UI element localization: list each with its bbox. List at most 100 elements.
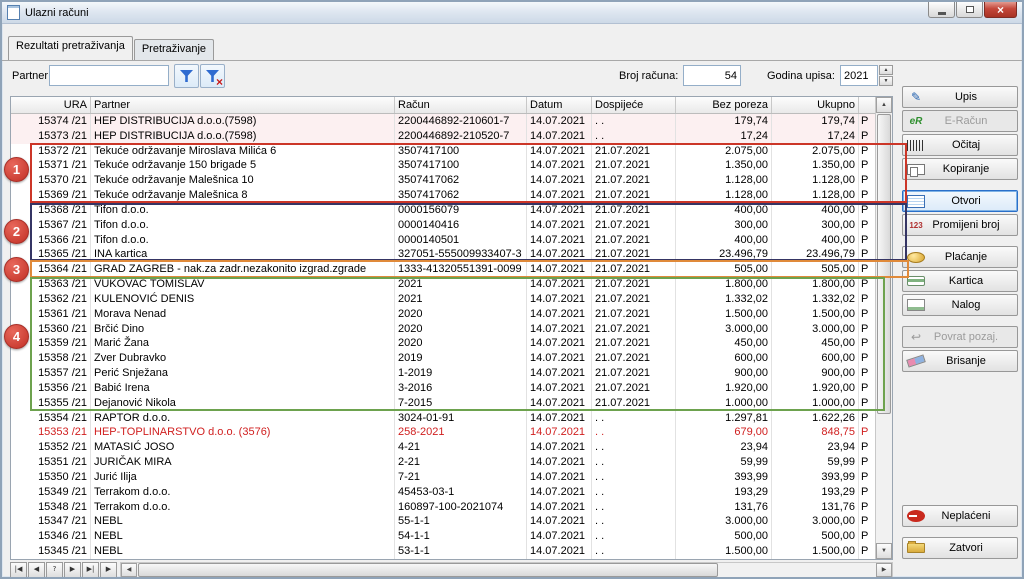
table-row[interactable]: 15360 /21Brčić Dino202014.07.202121.07.2… [11,322,875,337]
tab-pretrazivanje[interactable]: Pretraživanje [134,39,214,60]
column-header-Ukupno[interactable]: Ukupno [772,97,859,113]
cell: P [859,455,875,470]
table-row[interactable]: 15370 /21Tekuće održavanje Malešnica 103… [11,173,875,188]
cell: 1.500,00 [676,544,772,559]
scroll-up-button[interactable] [876,97,892,113]
otvori-button[interactable]: Otvori [902,190,1018,212]
table-row[interactable]: 15353 /21HEP-TOPLINARSTVO d.o.o. (3576)2… [11,425,875,440]
table-row[interactable]: 15373 /21HEP DISTRIBUCIJA d.o.o.(7598)22… [11,129,875,144]
scroll-right-button[interactable] [876,563,892,577]
table-row[interactable]: 15346 /21NEBL54-1-114.07.2021. .500,0050… [11,529,875,544]
cell: 131,76 [676,500,772,515]
minimize-icon [938,12,946,15]
cell: 54-1-1 [395,529,527,544]
vertical-scrollbar[interactable] [875,97,892,559]
eracun-button[interactable]: E-Račun [902,110,1018,132]
cell: Tifon d.o.o. [91,218,395,233]
cell: GRAD ZAGREB - nak.za zadr.nezakonito izg… [91,262,395,277]
table-row[interactable]: 15354 /21RAPTOR d.o.o.3024-01-9114.07.20… [11,411,875,426]
table-row[interactable]: 15358 /21Zver Dubravko201914.07.202121.0… [11,351,875,366]
table-row[interactable]: 15366 /21Tifon d.o.o.000014050114.07.202… [11,233,875,248]
table-row[interactable]: 15361 /21Morava Nenad202014.07.202121.07… [11,307,875,322]
cell: . . [592,129,676,144]
table-row[interactable]: 15359 /21Marić Žana202014.07.202121.07.2… [11,336,875,351]
table-row[interactable]: 15364 /21GRAD ZAGREB - nak.za zadr.nezak… [11,262,875,277]
table-row[interactable]: 15351 /21JURIČAK MIRA2-2114.07.2021. .59… [11,455,875,470]
cell: 7-21 [395,470,527,485]
scroll-down-button[interactable] [876,543,892,559]
tab-rezultati-pretrazivanja[interactable]: Rezultati pretraživanja [8,36,133,60]
navigator-button-0[interactable]: |◀ [10,562,27,578]
vertical-scroll-thumb[interactable] [877,114,891,414]
scroll-left-button[interactable] [121,563,137,577]
navigator-button-3[interactable]: ▶ [64,562,81,578]
neplaceni-button[interactable]: Neplaćeni [902,505,1018,527]
horizontal-scrollbar[interactable] [120,562,893,578]
cell: P [859,114,875,129]
column-header-p[interactable] [859,97,875,113]
povrat-pozajmice-button[interactable]: Povrat pozaj. [902,326,1018,348]
minimize-button[interactable] [928,2,955,18]
cell: 679,00 [676,425,772,440]
nalog-button[interactable]: Nalog [902,294,1018,316]
spinner-down-button[interactable]: ▼ [879,76,893,86]
filter-button[interactable] [174,64,199,88]
table-row[interactable]: 15347 /21NEBL55-1-114.07.2021. .3.000,00… [11,514,875,529]
kartica-button[interactable]: Kartica [902,270,1018,292]
cell: P [859,233,875,248]
navigator-button-5[interactable]: ▶ [100,562,117,578]
table-row[interactable]: 15356 /21Babić Irena3-201614.07.202121.0… [11,381,875,396]
navigator-button-1[interactable]: ◀ [28,562,45,578]
cell: Marić Žana [91,336,395,351]
cell: 23.496,79 [772,247,859,262]
godina-upisa-input[interactable] [840,65,878,86]
cell: . . [592,411,676,426]
maximize-button[interactable] [956,2,983,18]
table-row[interactable]: 15348 /21Terrakom d.o.o.160897-100-20210… [11,500,875,515]
broj-racuna-input[interactable] [683,65,741,86]
ocitaj-button[interactable]: Očitaj [902,134,1018,156]
clear-filter-button[interactable] [200,64,225,88]
table-row[interactable]: 15372 /21Tekuće održavanje Miroslava Mil… [11,144,875,159]
spinner-up-button[interactable]: ▲ [879,65,893,75]
column-header-Dospijeće[interactable]: Dospijeće [592,97,676,113]
close-button[interactable] [984,2,1017,18]
table-row[interactable]: 15374 /21HEP DISTRIBUCIJA d.o.o.(7598)22… [11,114,875,129]
navigator-button-4[interactable]: ▶| [82,562,99,578]
cell: Dejanović Nikola [91,396,395,411]
column-header-URA[interactable]: URA [11,97,91,113]
kopiranje-button[interactable]: Kopiranje [902,158,1018,180]
table-row[interactable]: 15355 /21Dejanović Nikola7-201514.07.202… [11,396,875,411]
table-row[interactable]: 15357 /21Perić Snježana1-201914.07.20212… [11,366,875,381]
navigator-button-2[interactable]: ? [46,562,63,578]
table-row[interactable]: 15371 /21Tekuće održavanje 150 brigade 5… [11,158,875,173]
cell: 14.07.2021 [527,455,592,470]
table-row[interactable]: 15349 /21Terrakom d.o.o.45453-03-114.07.… [11,485,875,500]
placanje-button[interactable]: Plaćanje [902,246,1018,268]
zatvori-button[interactable]: Zatvori [902,537,1018,559]
cell: 15368 /21 [11,203,91,218]
godina-spinner: ▲ ▼ [879,65,893,86]
upis-button[interactable]: Upis [902,86,1018,108]
column-header-Datum[interactable]: Datum [527,97,592,113]
cell: HEP DISTRIBUCIJA d.o.o.(7598) [91,114,395,129]
table-row[interactable]: 15369 /21Tekuće održavanje Malešnica 835… [11,188,875,203]
partner-input[interactable] [49,65,169,86]
brisanje-button[interactable]: Brisanje [902,350,1018,372]
table-row[interactable]: 15352 /21MATASIĆ JOSO4-2114.07.2021. .23… [11,440,875,455]
cell: 2200446892-210520-7 [395,129,527,144]
column-header-Partner[interactable]: Partner [91,97,395,113]
table-row[interactable]: 15367 /21Tifon d.o.o.000014041614.07.202… [11,218,875,233]
table-row[interactable]: 15363 /21VUKOVAC TOMISLAV202114.07.20212… [11,277,875,292]
table-row[interactable]: 15350 /21Jurić Ilija7-2114.07.2021. .393… [11,470,875,485]
column-header-Bez poreza[interactable]: Bez poreza [676,97,772,113]
promijeni-broj-button[interactable]: Promijeni broj [902,214,1018,236]
table-row[interactable]: 15345 /21NEBL53-1-114.07.2021. .1.500,00… [11,544,875,559]
horizontal-scroll-thumb[interactable] [138,563,718,577]
table-row[interactable]: 15368 /21Tifon d.o.o.000015607914.07.202… [11,203,875,218]
cell: 53-1-1 [395,544,527,559]
table-row[interactable]: 15365 /21INA kartica327051-555009933407-… [11,247,875,262]
cell: 179,74 [772,114,859,129]
column-header-Račun[interactable]: Račun [395,97,527,113]
table-row[interactable]: 15362 /21KULENOVIĆ DENIS202114.07.202121… [11,292,875,307]
